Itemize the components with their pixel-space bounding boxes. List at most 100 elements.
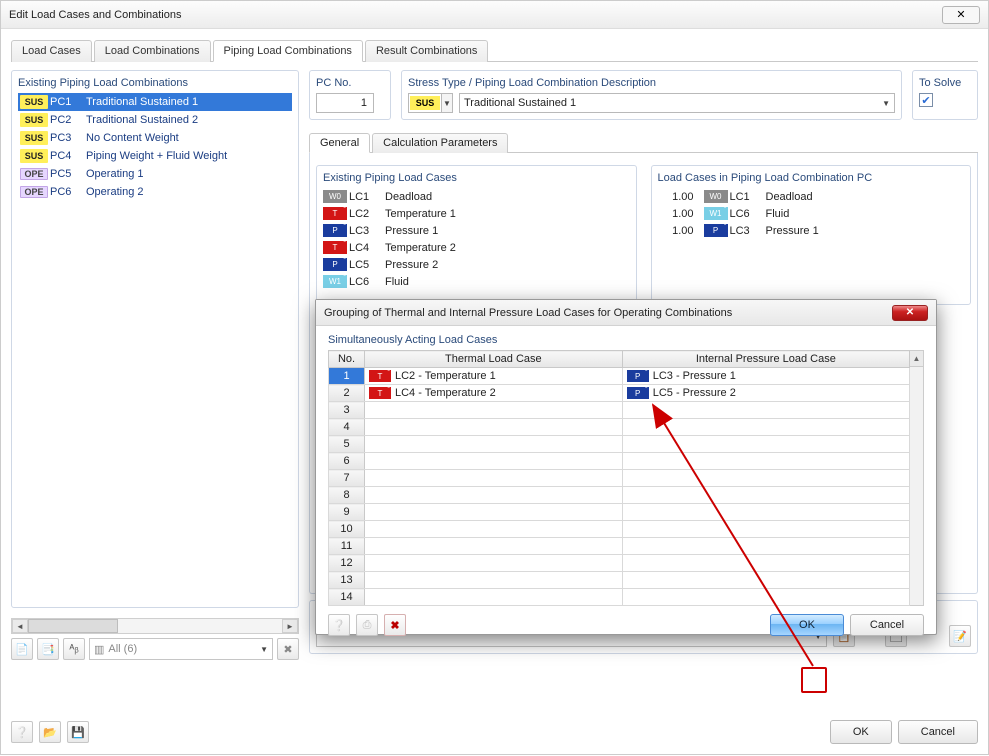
save-button[interactable]: 💾 [67, 721, 89, 743]
grouping-row-10[interactable]: 10 [329, 521, 910, 538]
thermal-cell[interactable] [365, 419, 623, 436]
subtab-calculation-parameters[interactable]: Calculation Parameters [372, 133, 508, 153]
thermal-cell[interactable] [365, 470, 623, 487]
lc-row-lc4[interactable]: T° LC4 Temperature 2 [323, 239, 630, 256]
thermal-cell[interactable]: T° LC2 - Temperature 1 [365, 368, 623, 385]
grouping-table[interactable]: No. Thermal Load Case Internal Pressure … [328, 350, 910, 606]
grouping-row-14[interactable]: 14 [329, 589, 910, 606]
grouping-row-9[interactable]: 9 [329, 504, 910, 521]
thermal-cell[interactable] [365, 453, 623, 470]
pressure-cell[interactable] [622, 521, 909, 538]
grouping-row-13[interactable]: 13 [329, 572, 910, 589]
pressure-cell[interactable] [622, 470, 909, 487]
lc-row-lc2[interactable]: T° LC2 Temperature 1 [323, 205, 630, 222]
delete-pc-button[interactable]: ✖ [277, 638, 299, 660]
pc-list-hscroll[interactable]: ◄ ► [11, 618, 299, 634]
pressure-cell[interactable] [622, 402, 909, 419]
grouping-row-5[interactable]: 5 [329, 436, 910, 453]
thermal-cell[interactable] [365, 555, 623, 572]
scroll-thumb[interactable] [28, 619, 118, 633]
pc-row-pc1[interactable]: SUS PC1 Traditional Sustained 1 [18, 93, 292, 111]
pc-no-input[interactable] [316, 93, 374, 113]
grouping-row-6[interactable]: 6 [329, 453, 910, 470]
thermal-text: LC2 - Temperature 1 [395, 370, 496, 382]
main-cancel-button[interactable]: Cancel [898, 720, 978, 744]
lc-factor: 1.00 [658, 225, 702, 237]
grouping-row-2[interactable]: 2 T° LC4 - Temperature 2 P° LC5 - Pressu… [329, 385, 910, 402]
subtab-general[interactable]: General [309, 133, 370, 153]
lc-row-lc3[interactable]: P° LC3 Pressure 1 [323, 222, 630, 239]
pressure-text: LC5 - Pressure 2 [653, 387, 736, 399]
pressure-cell[interactable] [622, 487, 909, 504]
thermal-cell[interactable] [365, 487, 623, 504]
window-close-button[interactable]: ✕ [942, 6, 980, 24]
dialog-close-button[interactable]: ✕ [892, 305, 928, 321]
grouping-row-11[interactable]: 11 [329, 538, 910, 555]
pressure-cell[interactable] [622, 453, 909, 470]
sort-pc-button[interactable]: ᴬᵦ [63, 638, 85, 660]
grouping-row-1[interactable]: 1 T° LC2 - Temperature 1 P° LC3 - Pressu… [329, 368, 910, 385]
pressure-cell[interactable] [622, 555, 909, 572]
lc-row-lc1[interactable]: W0 LC1 Deadload [323, 188, 630, 205]
pressure-cell[interactable] [622, 504, 909, 521]
copy-pc-button[interactable]: 📑 [37, 638, 59, 660]
grouping-row-8[interactable]: 8 [329, 487, 910, 504]
col-no: No. [329, 351, 365, 368]
grouping-row-12[interactable]: 12 [329, 555, 910, 572]
filter-all-dropdown[interactable]: ▥All (6) ▼ [89, 638, 273, 660]
pressure-cell[interactable] [622, 419, 909, 436]
thermal-cell[interactable]: T° LC4 - Temperature 2 [365, 385, 623, 402]
pc-list: SUS PC1 Traditional Sustained 1SUS PC2 T… [18, 93, 292, 601]
new-pc-button[interactable]: 📄 [11, 638, 33, 660]
thermal-cell[interactable] [365, 538, 623, 555]
grouping-row-4[interactable]: 4 [329, 419, 910, 436]
thermal-cell[interactable] [365, 436, 623, 453]
scroll-right-icon[interactable]: ► [282, 619, 298, 633]
tab-result-combinations[interactable]: Result Combinations [365, 40, 489, 62]
dialog-delete-button[interactable]: ✖ [384, 614, 406, 636]
tab-load-combinations[interactable]: Load Combinations [94, 40, 211, 62]
lc-row-lc6[interactable]: 1.00W1° LC6 Fluid [658, 205, 965, 222]
help-button[interactable]: ❔ [11, 721, 33, 743]
tab-load-cases[interactable]: Load Cases [11, 40, 92, 62]
pc-row-pc5[interactable]: OPE PC5 Operating 1 [18, 165, 292, 183]
thermal-cell[interactable] [365, 504, 623, 521]
grouping-row-7[interactable]: 7 [329, 470, 910, 487]
pc-description-input[interactable]: Traditional Sustained 1 ▼ [459, 93, 895, 113]
dialog-tool-button[interactable]: ⎙ [356, 614, 378, 636]
stress-type-dropdown[interactable]: ▼ [441, 93, 453, 113]
pressure-cell[interactable] [622, 436, 909, 453]
main-ok-button[interactable]: OK [830, 720, 892, 744]
pc-row-pc6[interactable]: OPE PC6 Operating 2 [18, 183, 292, 201]
pressure-cell[interactable] [622, 538, 909, 555]
grouping-row-3[interactable]: 3 [329, 402, 910, 419]
pressure-cell[interactable] [622, 572, 909, 589]
pressure-tag: P° [627, 387, 649, 399]
pressure-cell[interactable] [622, 589, 909, 606]
dialog-ok-button[interactable]: OK [770, 614, 844, 636]
dialog-cancel-button[interactable]: Cancel [850, 614, 924, 636]
lc-row-lc5[interactable]: P° LC5 Pressure 2 [323, 256, 630, 273]
pc-row-pc2[interactable]: SUS PC2 Traditional Sustained 2 [18, 111, 292, 129]
thermal-cell[interactable] [365, 572, 623, 589]
lc-row-lc1[interactable]: 1.00W0 LC1 Deadload [658, 188, 965, 205]
lc-row-lc3[interactable]: 1.00P° LC3 Pressure 1 [658, 222, 965, 239]
lc-in-pc-list: 1.00W0 LC1 Deadload1.00W1° LC6 Fluid1.00… [658, 188, 965, 239]
scroll-left-icon[interactable]: ◄ [12, 619, 28, 633]
dialog-help-button[interactable]: ❔ [328, 614, 350, 636]
pc-row-pc4[interactable]: SUS PC4 Piping Weight + Fluid Weight [18, 147, 292, 165]
thermal-cell[interactable] [365, 589, 623, 606]
pressure-cell[interactable]: P° LC5 - Pressure 2 [622, 385, 909, 402]
pc-id: PC4 [50, 150, 84, 162]
table-scroll-up[interactable]: ▲ [910, 351, 923, 367]
lc-row-lc6[interactable]: W1° LC6 Fluid [323, 273, 630, 290]
pc-row-pc3[interactable]: SUS PC3 No Content Weight [18, 129, 292, 147]
open-button[interactable]: 📂 [39, 721, 61, 743]
tab-piping-load-combinations[interactable]: Piping Load Combinations [213, 40, 363, 62]
comment-edit-button[interactable]: 📝 [949, 625, 971, 647]
to-solve-checkbox[interactable]: ✔ [919, 93, 933, 107]
thermal-cell[interactable] [365, 521, 623, 538]
pressure-cell[interactable]: P° LC3 - Pressure 1 [622, 368, 909, 385]
thermal-cell[interactable] [365, 402, 623, 419]
pc-id: PC1 [50, 96, 84, 108]
